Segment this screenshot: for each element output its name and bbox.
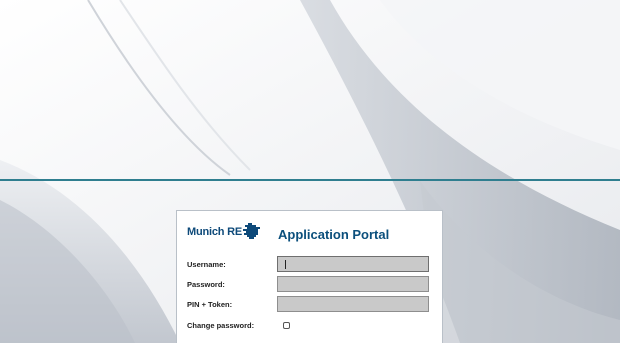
change-password-checkbox[interactable]	[283, 322, 290, 329]
username-label: Username:	[187, 260, 226, 269]
brand-name: Munich RE	[187, 226, 243, 238]
pin-token-input[interactable]	[277, 296, 429, 312]
header-divider	[0, 179, 620, 181]
portal-title: Application Portal	[278, 227, 390, 242]
username-input[interactable]	[277, 256, 429, 272]
password-input[interactable]	[277, 276, 429, 292]
change-password-label: Change password:	[187, 321, 255, 330]
text-caret	[285, 260, 286, 269]
munich-re-logo-icon	[243, 223, 260, 239]
login-panel: Munich RE Application Portal Username: P…	[176, 210, 443, 343]
pin-token-label: PIN + Token:	[187, 300, 233, 309]
password-label: Password:	[187, 280, 225, 289]
